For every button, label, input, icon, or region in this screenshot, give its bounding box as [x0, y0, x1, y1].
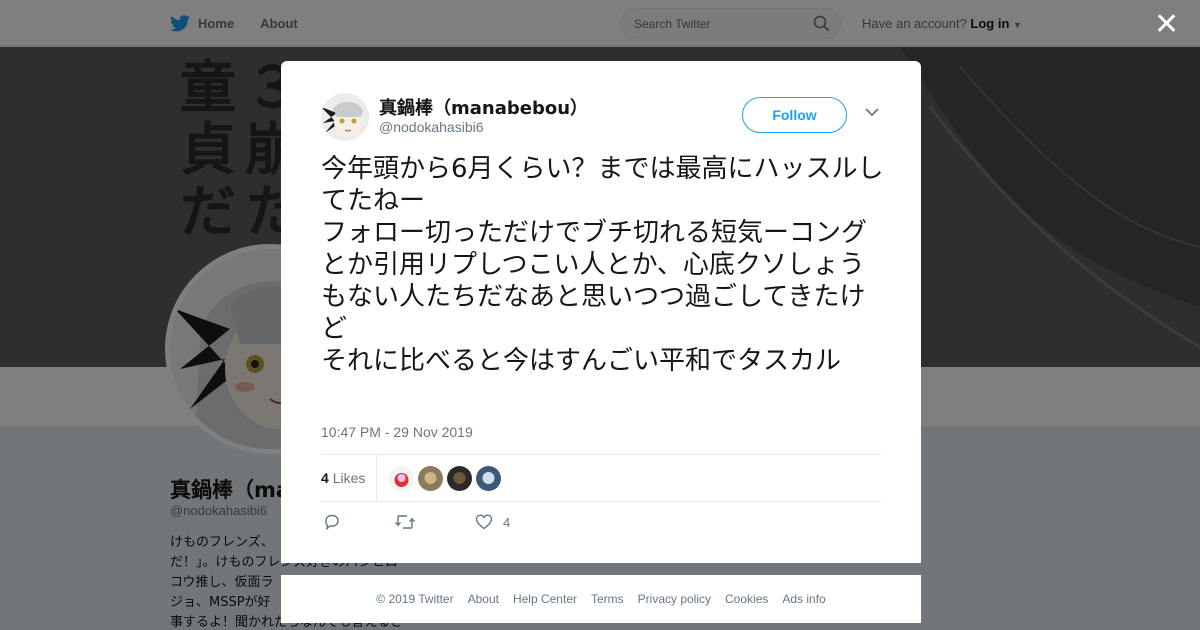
avatar-illustration — [321, 93, 369, 141]
liker-avatar-image — [453, 472, 466, 484]
tweet-author-name[interactable]: 真鍋棒（manabebou） — [379, 94, 588, 120]
tweet-timestamp[interactable]: 10:47 PM - 29 Nov 2019 — [321, 424, 473, 440]
retweet-icon[interactable] — [394, 513, 416, 531]
likes-label: Likes — [332, 470, 366, 486]
tweet-modal: 真鍋棒（manabebou） @nodokahasibi6 Follow 今年頭… — [281, 61, 921, 563]
tweet-text: 今年頭から6月くらい？までは最高にハッスルしてたねー フォロー切っただけでブチ切… — [321, 154, 884, 376]
footer-link-cookies[interactable]: Cookies — [725, 592, 768, 606]
liker-avatar[interactable] — [447, 466, 472, 491]
reply-icon[interactable] — [323, 513, 341, 531]
footer-link-ads[interactable]: Ads info — [782, 592, 825, 606]
footer-link-help[interactable]: Help Center — [513, 592, 577, 606]
likes-stat[interactable]: 4 Likes — [321, 470, 365, 486]
divider — [321, 454, 881, 455]
divider — [376, 455, 377, 501]
footer-link-privacy[interactable]: Privacy policy — [638, 592, 711, 606]
follow-button[interactable]: Follow — [742, 97, 847, 133]
footer-link-terms[interactable]: Terms — [591, 592, 624, 606]
liker-avatar-image — [424, 472, 437, 484]
footer: © 2019 Twitter About Help Center Terms P… — [281, 575, 921, 623]
liker-avatar[interactable] — [418, 466, 443, 491]
tweet-author-handle[interactable]: @nodokahasibi6 — [379, 119, 484, 135]
liker-avatar[interactable] — [389, 466, 414, 491]
chevron-down-icon[interactable] — [865, 107, 879, 117]
footer-link-about[interactable]: About — [468, 592, 499, 606]
tweet-author-avatar[interactable] — [321, 93, 369, 141]
likes-count: 4 — [321, 470, 329, 486]
liker-avatar-image — [482, 472, 495, 484]
heart-icon[interactable] — [475, 513, 493, 531]
liker-avatar[interactable] — [476, 466, 501, 491]
close-icon[interactable]: ✕ — [1154, 10, 1179, 40]
liker-avatar-image — [394, 473, 409, 487]
footer-copyright: © 2019 Twitter — [376, 592, 454, 606]
divider — [321, 501, 881, 502]
tweet-actions: 4 — [323, 513, 510, 531]
like-count: 4 — [503, 514, 511, 530]
